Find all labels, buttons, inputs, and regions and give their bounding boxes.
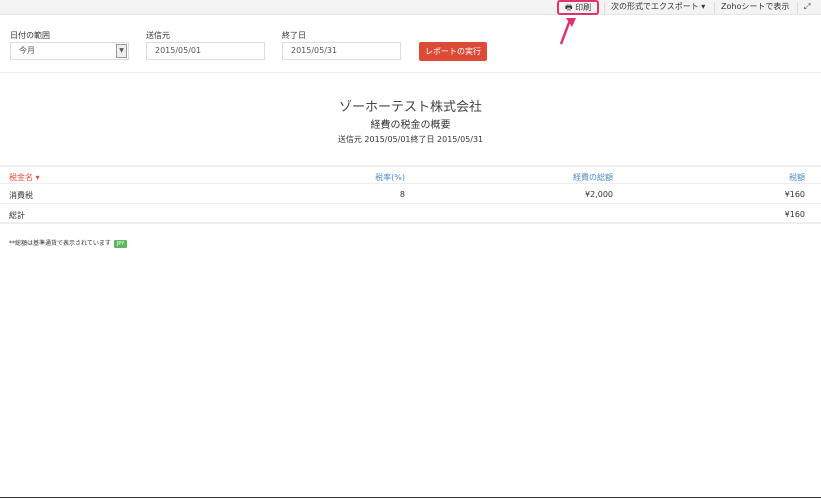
to-label: 終了日 (282, 31, 306, 40)
table-header: 税金名 ▾ 税率(%) 経費の総額 税額 (0, 165, 821, 184)
header-tax-rate[interactable]: 税率(%) (375, 172, 405, 183)
print-button[interactable]: 🖶 印刷 (557, 0, 600, 15)
expense-total: ¥2,000 (585, 190, 613, 199)
total-label: 総計 (9, 211, 25, 220)
chevron-down-icon[interactable]: ▼ (116, 44, 127, 58)
export-dropdown[interactable]: 次の形式でエクスポート ▾ (604, 2, 711, 14)
date-range-label: 日付の範囲 (10, 31, 50, 40)
tax-amount: ¥160 (784, 190, 805, 199)
run-report-button[interactable]: レポートの実行 (419, 42, 487, 61)
company-name: ゾーホーテスト株式会社 (338, 100, 482, 115)
header-tax-name[interactable]: 税金名 ▾ (9, 172, 40, 183)
to-date-input[interactable]: 2015/05/31 (282, 42, 401, 60)
table-row: 消費税 8 ¥2,000 ¥160 (0, 185, 821, 204)
from-label: 送信元 (146, 31, 170, 40)
divider (0, 72, 821, 73)
from-date-input[interactable]: 2015/05/01 (146, 42, 265, 60)
view-in-zoho-sheet-button[interactable]: Zohoシートで表示 (714, 2, 795, 14)
table-row-total: 総計 ¥160 (0, 205, 821, 224)
bottom-border (0, 497, 821, 498)
currency-badge: JPY (113, 239, 128, 248)
total-tax-amount: ¥160 (784, 210, 805, 219)
tax-name: 消費税 (9, 191, 33, 200)
top-toolbar: 🖶 印刷 次の形式でエクスポート ▾ Zohoシートで表示 ⤢ (0, 0, 821, 15)
tax-rate: 8 (399, 190, 405, 199)
printer-icon: 🖶 (565, 3, 576, 12)
header-expense-total[interactable]: 経費の総額 (573, 172, 613, 183)
header-tax-amount[interactable]: 税額 (789, 172, 805, 183)
expand-icon[interactable]: ⤢ (797, 2, 816, 14)
report-title: 経費の税金の概要 (370, 120, 451, 131)
footnote: **総額は基準通貨で表示されています JPY (9, 238, 128, 248)
annotation-arrow-icon (559, 18, 576, 45)
report-period: 送信元 2015/05/01終了日 2015/05/31 (337, 135, 484, 144)
date-range-select[interactable]: 今月 ▼ (10, 42, 129, 60)
